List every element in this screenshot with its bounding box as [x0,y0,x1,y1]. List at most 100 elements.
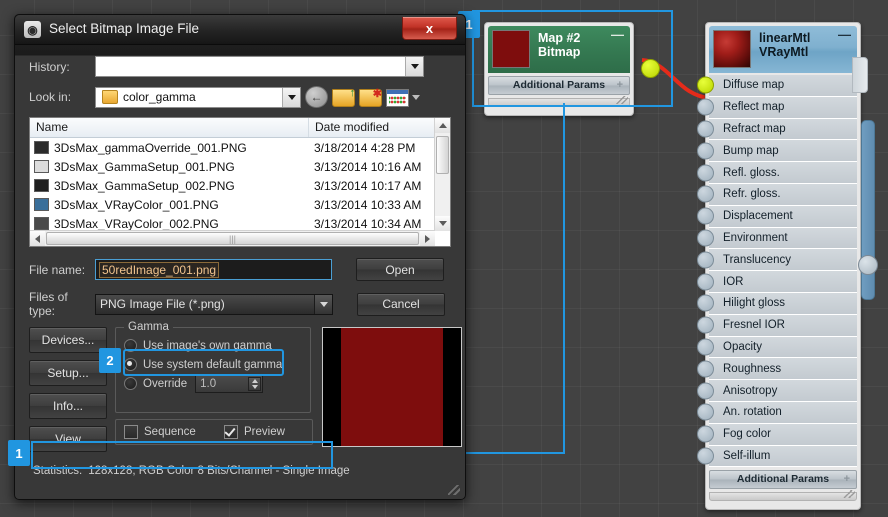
material-slot-environment[interactable]: Environment [697,227,857,250]
radio-icon[interactable] [124,377,137,390]
close-icon[interactable]: x [402,17,457,40]
gamma-option-label: Override [143,377,188,390]
slot-socket-icon[interactable] [697,229,714,247]
spinner-arrows-icon[interactable] [248,376,262,391]
open-button-label: Open [385,262,415,277]
material-slot-roughness[interactable]: Roughness [697,358,857,381]
views-chevron-down-icon[interactable] [412,94,420,100]
node-mtl-additional-params-label: Additional Params [736,473,830,486]
horizontal-scroll-thumb[interactable]: ||| [46,232,419,245]
cancel-button[interactable]: Cancel [357,292,445,316]
filetype-combobox[interactable]: PNG Image File (*.png) [95,293,333,315]
gamma-override-spinner[interactable]: 1.0 [195,374,264,393]
material-slot-bump-map[interactable]: Bump map [697,140,857,163]
node-mtl-header[interactable]: linearMtl VRayMtl — [709,26,857,73]
select-bitmap-dialog[interactable]: ◉ Select Bitmap Image File x History: Lo… [14,14,466,500]
file-list[interactable]: Name Date modified 3DsMax_gammaOverride_… [29,117,451,247]
slot-socket-icon[interactable] [697,382,714,400]
file-name-cell: 3DsMax_VRayColor_002.PNG [54,216,219,231]
slot-socket-icon[interactable] [697,403,714,421]
material-slot-refl--gloss-[interactable]: Refl. gloss. [697,162,857,184]
material-slot-reflect-map[interactable]: Reflect map [697,96,857,119]
scroll-down-icon[interactable] [435,216,450,231]
material-slot-opacity[interactable]: Opacity [697,336,857,359]
material-slot-label: Fresnel IOR [723,319,785,332]
dialog-titlebar[interactable]: ◉ Select Bitmap Image File x [15,15,465,45]
slot-socket-icon[interactable] [697,338,714,356]
filetype-row: Files of type: PNG Image File (*.png) Ca… [29,290,451,318]
lookin-row: Look in: color_gamma ← ↑ ✱ [29,86,451,108]
chevron-down-icon[interactable] [405,57,423,76]
chevron-down-icon[interactable] [282,87,300,107]
side-button-info[interactable]: Info... [29,393,107,419]
material-slot-label: An. rotation [723,406,782,419]
preview-checkbox[interactable] [224,425,238,439]
table-row[interactable]: 3DsMax_gammaOverride_001.PNG 3/18/2014 4:… [30,138,450,157]
slot-socket-icon[interactable] [697,185,714,203]
filename-row: File name: 50redImage_001.png Open [29,258,451,281]
slot-socket-icon[interactable] [697,142,714,160]
column-header-date[interactable]: Date modified [309,118,450,137]
scroll-left-icon[interactable] [30,231,45,246]
material-slot-hilight-gloss[interactable]: Hilight gloss [697,292,857,315]
slot-socket-icon[interactable] [697,164,714,182]
folder-icon [102,90,118,104]
file-thumbnail-icon [34,141,49,154]
column-header-name[interactable]: Name [30,118,309,137]
material-slot-diffuse-map[interactable]: Diffuse map [697,75,857,97]
table-row[interactable]: 3DsMax_GammaSetup_002.PNG 3/13/2014 10:17… [30,176,450,195]
dialog-resize-grip-icon[interactable] [448,485,460,495]
table-row[interactable]: 3DsMax_VRayColor_001.PNG 3/13/2014 10:33 … [30,195,450,214]
back-icon[interactable]: ← [305,86,328,108]
material-slot-translucency[interactable]: Translucency [697,249,857,272]
material-slot-self-illum[interactable]: Self-illum [697,445,857,468]
new-folder-icon[interactable]: ✱ [359,88,382,107]
slot-socket-icon[interactable] [697,273,714,291]
history-combobox[interactable] [95,56,424,77]
file-list-vertical-scrollbar[interactable] [434,118,450,231]
node-linear-mtl[interactable]: linearMtl VRayMtl — Diffuse map Reflect m… [697,22,868,511]
node-mtl-additional-params[interactable]: Additional Params + [709,470,857,490]
table-row[interactable]: 3DsMax_GammaSetup_001.PNG 3/13/2014 10:16… [30,157,450,176]
chevron-down-icon[interactable] [314,294,332,314]
slot-socket-icon[interactable] [697,360,714,378]
plus-icon[interactable]: + [844,473,850,485]
scroll-up-icon[interactable] [435,118,450,133]
node-mtl-shell[interactable]: linearMtl VRayMtl — Diffuse map Reflect m… [697,22,868,511]
node-mtl-subtitle: VRayMtl [759,45,809,59]
vertical-scroll-thumb[interactable] [436,136,449,174]
side-button-setup[interactable]: Setup... [29,360,107,386]
side-button-devices[interactable]: Devices... [29,327,107,353]
open-button[interactable]: Open [356,258,444,281]
material-slot-ior[interactable]: IOR [697,271,857,293]
material-slot-refract-map[interactable]: Refract map [697,118,857,141]
slot-socket-icon[interactable] [697,76,714,94]
material-slot-refr--gloss-[interactable]: Refr. gloss. [697,183,857,206]
gamma-option-2[interactable]: Override 1.0 [124,374,304,393]
material-slot-anisotropy[interactable]: Anisotropy [697,380,857,402]
slot-socket-icon[interactable] [697,425,714,443]
material-slot-fresnel-ior[interactable]: Fresnel IOR [697,314,857,337]
node-mtl-minimize-icon[interactable]: — [838,28,851,41]
material-slot-an--rotation[interactable]: An. rotation [697,401,857,424]
slot-socket-icon[interactable] [697,294,714,312]
views-icon[interactable] [386,89,409,107]
file-list-horizontal-scrollbar[interactable]: ||| [30,230,435,246]
slot-socket-icon[interactable] [697,316,714,334]
up-folder-icon[interactable]: ↑ [332,87,355,107]
resize-grip-icon[interactable] [843,490,855,499]
node-scroll-knob[interactable] [858,255,878,275]
slot-socket-icon[interactable] [697,207,714,225]
slot-socket-icon[interactable] [697,120,714,138]
material-slot-displacement[interactable]: Displacement [697,205,857,228]
filename-input[interactable]: 50redImage_001.png [95,259,332,280]
sequence-checkbox[interactable] [124,425,138,439]
lookin-combobox[interactable]: color_gamma [95,86,301,108]
annotation-highlight-gamma [123,349,284,376]
slot-socket-icon[interactable] [697,98,714,116]
slot-socket-icon[interactable] [697,447,714,465]
slot-socket-icon[interactable] [697,251,714,269]
material-slot-fog-color[interactable]: Fog color [697,423,857,446]
scroll-right-icon[interactable] [420,231,435,246]
node-mtl-side-tab[interactable] [852,57,868,93]
